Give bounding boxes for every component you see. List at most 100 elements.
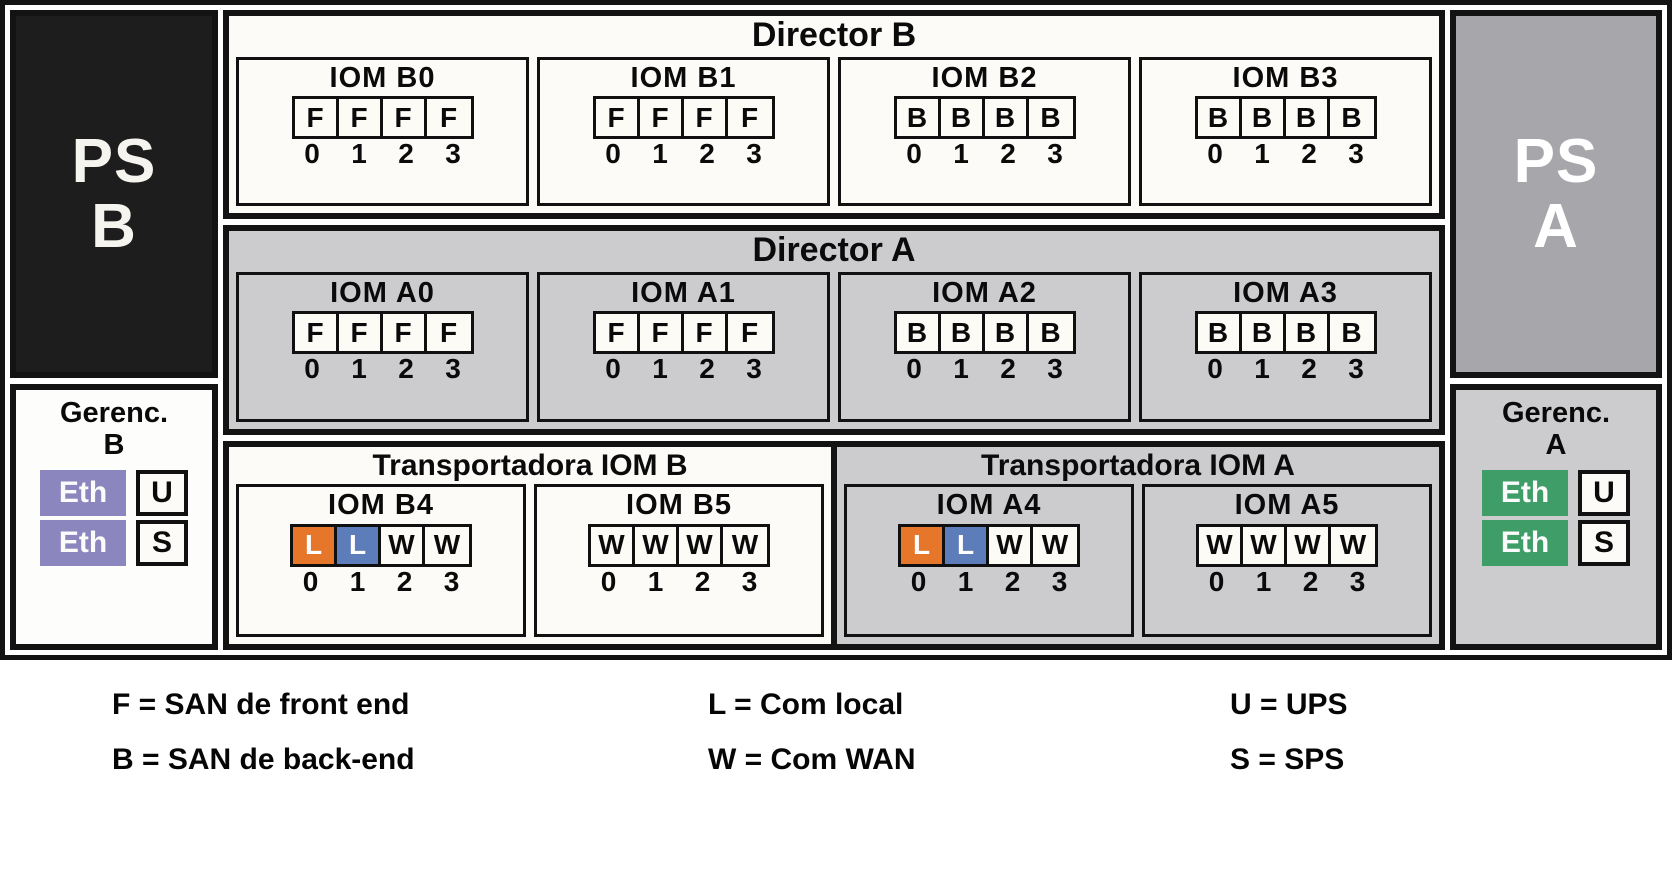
management-a-ports: Eth U Eth S [1482, 469, 1630, 566]
carrier-row: Transportadora IOM B IOM B4 L L W W 0 1 [223, 440, 1445, 650]
iom-a4-port-3[interactable]: W [1033, 526, 1077, 564]
iom-b0-port-1[interactable]: F [338, 99, 383, 137]
iom-b4-port-2[interactable]: W [381, 526, 425, 564]
iom-a0-port-3[interactable]: F [426, 314, 471, 352]
iom-b4[interactable]: IOM B4 L L W W 0 1 2 3 [236, 484, 526, 637]
iom-b2-port-1[interactable]: B [940, 99, 985, 137]
iom-b3-port-1[interactable]: B [1241, 99, 1286, 137]
iom-b3-port-2[interactable]: B [1285, 99, 1330, 137]
iom-b1-port-3[interactable]: F [727, 99, 772, 137]
iom-a3-port-3[interactable]: B [1329, 314, 1374, 352]
iom-b3-port-3[interactable]: B [1329, 99, 1374, 137]
iom-a4-port-2[interactable]: W [989, 526, 1033, 564]
iom-a3-port-1[interactable]: B [1241, 314, 1286, 352]
sps-port-b[interactable]: S [136, 519, 188, 566]
carrier-b-title: Transportadora IOM B [372, 448, 688, 482]
iom-a4-port-numbers: 0 1 2 3 [895, 566, 1083, 596]
iom-a0-port-2[interactable]: F [382, 314, 427, 352]
eth-port-b-2[interactable]: Eth [40, 519, 126, 566]
iom-a2-port-2[interactable]: B [984, 314, 1029, 352]
iom-a3[interactable]: IOM A3 B B B B 0 1 2 3 [1139, 272, 1432, 422]
eth-port-b-1[interactable]: Eth [40, 469, 126, 516]
iom-a5-port-1[interactable]: W [1243, 526, 1287, 564]
iom-a2-port-3[interactable]: B [1028, 314, 1073, 352]
iom-b1[interactable]: IOM B1 F F F F 0 1 2 3 [537, 56, 830, 207]
iom-b5-num-3: 3 [741, 565, 758, 597]
iom-b0-num-1: 1 [351, 138, 367, 170]
iom-a5-port-0[interactable]: W [1199, 526, 1243, 564]
iom-a1-port-0[interactable]: F [595, 314, 640, 352]
iom-b0-port-numbers: 0 1 2 3 [289, 138, 477, 170]
iom-a5-num-0: 0 [1208, 565, 1225, 597]
carrier-a-iom-row: IOM A4 L L W W 0 1 2 3 IOM A5 W W W W 0 … [837, 481, 1439, 644]
iom-b5-port-2[interactable]: W [679, 526, 723, 564]
iom-b1-port-0[interactable]: F [595, 99, 640, 137]
iom-b3[interactable]: IOM B3 B B B B 0 1 2 3 [1139, 56, 1432, 207]
iom-a0-port-0[interactable]: F [294, 314, 339, 352]
iom-b2-ports: B B B B [893, 96, 1076, 140]
iom-a4-port-1[interactable]: L [945, 526, 989, 564]
iom-a1[interactable]: IOM A1 F F F F 0 1 2 3 [537, 272, 830, 422]
iom-b4-label: IOM B4 [328, 489, 434, 522]
iom-b5[interactable]: IOM B5 W W W W 0 1 2 3 [534, 484, 824, 637]
iom-b2-num-1: 1 [953, 138, 969, 170]
iom-a4-ports: L L W W [898, 523, 1080, 567]
iom-b4-port-3[interactable]: W [425, 526, 469, 564]
sps-port-a[interactable]: S [1578, 519, 1630, 566]
iom-a5-port-numbers: 0 1 2 3 [1193, 565, 1381, 597]
eth-port-a-2[interactable]: Eth [1482, 519, 1568, 566]
iom-b0-port-0[interactable]: F [294, 99, 339, 137]
iom-a3-port-0[interactable]: B [1197, 314, 1242, 352]
iom-b0-port-2[interactable]: F [382, 99, 427, 137]
iom-a4-label: IOM A4 [936, 489, 1042, 522]
eth-port-a-1[interactable]: Eth [1482, 469, 1568, 516]
iom-b4-port-0[interactable]: L [293, 526, 337, 564]
iom-b3-port-0[interactable]: B [1197, 99, 1242, 137]
iom-a1-port-1[interactable]: F [639, 314, 684, 352]
iom-a5[interactable]: IOM A5 W W W W 0 1 2 3 [1142, 484, 1432, 637]
iom-a1-port-2[interactable]: F [683, 314, 728, 352]
ps-a-line2: A [1533, 192, 1579, 261]
carrier-panel-b: Transportadora IOM B IOM B4 L L W W 0 1 [229, 446, 837, 644]
iom-a0-port-1[interactable]: F [338, 314, 383, 352]
iom-b5-num-0: 0 [600, 565, 617, 597]
iom-a0[interactable]: IOM A0 F F F F 0 1 2 3 [236, 272, 529, 422]
iom-b4-port-1[interactable]: L [337, 526, 381, 564]
iom-a2-port-0[interactable]: B [896, 314, 941, 352]
iom-a5-ports: W W W W [1196, 523, 1378, 567]
management-module-a: Gerenc. A Eth U Eth S [1450, 384, 1662, 650]
iom-b3-ports: B B B B [1194, 96, 1377, 140]
director-panel-b: Director B IOM B0 F F F F 0 1 2 3 IOM B1… [223, 10, 1445, 220]
right-column: PS A Gerenc. A Eth U Eth S [1445, 5, 1667, 655]
iom-b2-port-3[interactable]: B [1028, 99, 1073, 137]
iom-a2[interactable]: IOM A2 B B B B 0 1 2 3 [838, 272, 1131, 422]
iom-b5-port-3[interactable]: W [723, 526, 767, 564]
iom-a3-num-3: 3 [1348, 353, 1364, 385]
iom-b2[interactable]: IOM B2 B B B B 0 1 2 3 [838, 56, 1131, 207]
iom-b5-port-0[interactable]: W [591, 526, 635, 564]
iom-b0[interactable]: IOM B0 F F F F 0 1 2 3 [236, 56, 529, 207]
management-a-title: Gerenc. A [1502, 397, 1610, 461]
iom-a5-port-2[interactable]: W [1287, 526, 1331, 564]
carrier-a-title: Transportadora IOM A [981, 448, 1295, 482]
legend-item-ups: U = UPS [1230, 688, 1348, 721]
ups-port-b[interactable]: U [136, 469, 188, 516]
iom-b1-label: IOM B1 [630, 61, 737, 94]
iom-b1-port-2[interactable]: F [683, 99, 728, 137]
iom-b2-port-0[interactable]: B [896, 99, 941, 137]
iom-a4-port-0[interactable]: L [901, 526, 945, 564]
iom-b4-ports: L L W W [290, 523, 472, 567]
iom-a3-port-2[interactable]: B [1285, 314, 1330, 352]
iom-a4[interactable]: IOM A4 L L W W 0 1 2 3 [844, 484, 1134, 637]
iom-a5-port-3[interactable]: W [1331, 526, 1375, 564]
iom-b2-port-2[interactable]: B [984, 99, 1029, 137]
iom-b4-port-numbers: 0 1 2 3 [287, 566, 475, 596]
iom-b3-num-3: 3 [1348, 138, 1364, 170]
iom-a1-port-3[interactable]: F [727, 314, 772, 352]
iom-a3-label: IOM A3 [1233, 277, 1338, 310]
ups-port-a[interactable]: U [1578, 469, 1630, 516]
iom-b0-port-3[interactable]: F [426, 99, 471, 137]
iom-b5-port-1[interactable]: W [635, 526, 679, 564]
iom-b1-port-1[interactable]: F [639, 99, 684, 137]
iom-a2-port-1[interactable]: B [940, 314, 985, 352]
